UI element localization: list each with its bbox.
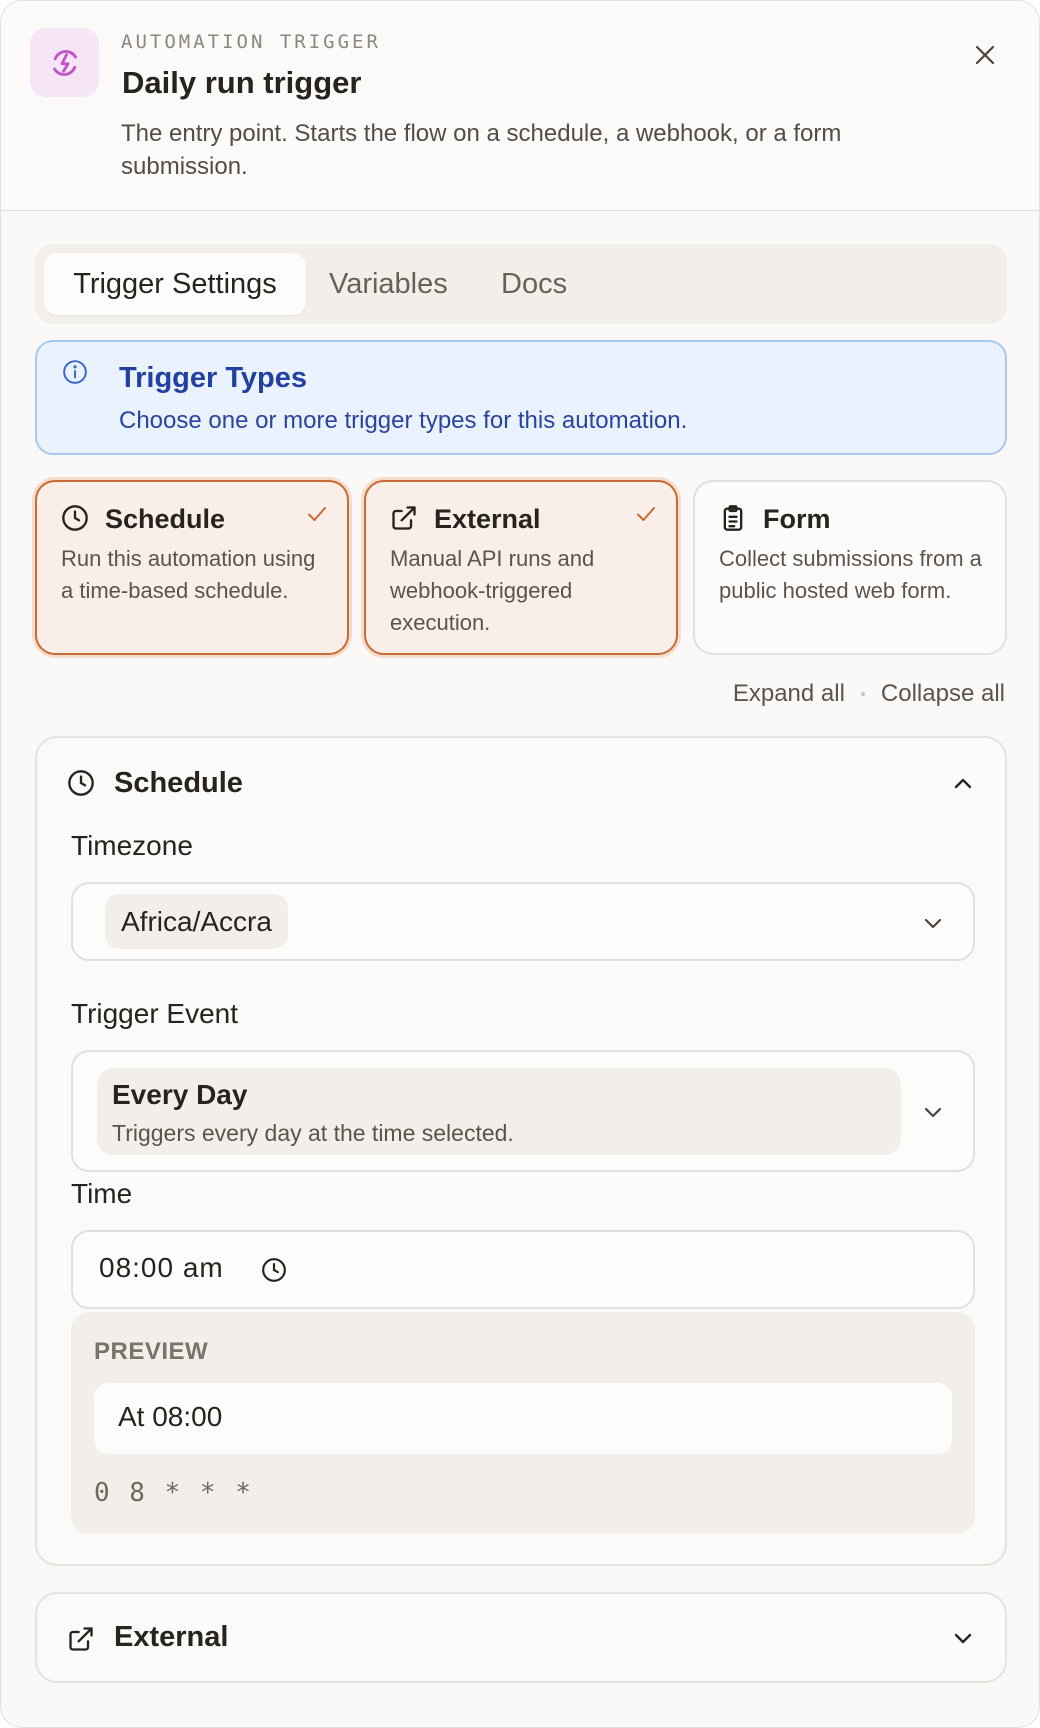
external-section-title: External — [114, 1621, 229, 1653]
cron-expression: 0 8 * * * — [94, 1478, 253, 1508]
preview-text: At 08:00 — [118, 1401, 223, 1432]
preview-label: PREVIEW — [94, 1338, 209, 1365]
chevron-down-icon[interactable] — [951, 1626, 975, 1650]
time-value: 08:00 am — [99, 1252, 224, 1283]
trigger-card-desc: Run this automation using a time-based s… — [61, 546, 316, 603]
info-title: Trigger Types — [119, 362, 308, 394]
collapse-all-button[interactable]: Collapse all — [881, 680, 1005, 708]
chevron-down-icon — [924, 1107, 942, 1118]
tab-trigger-settings[interactable]: Trigger Settings — [44, 253, 306, 315]
timezone-select[interactable]: Africa/Accra — [71, 882, 975, 961]
trigger-event-select[interactable]: Every Day Triggers every day at the time… — [71, 1050, 975, 1172]
external-link-icon — [69, 1627, 93, 1651]
panel-title: Daily run trigger — [122, 65, 362, 100]
trigger-event-chip: Every Day Triggers every day at the time… — [97, 1068, 901, 1155]
clipboard-icon — [723, 505, 743, 531]
panel-subtitle: The entry point. Starts the flow on a sc… — [121, 120, 842, 180]
timezone-value-chip: Africa/Accra — [105, 894, 288, 949]
trigger-event-title: Every Day — [112, 1079, 248, 1110]
trigger-card-title: Schedule — [105, 504, 226, 534]
trigger-panel: AUTOMATION TRIGGER Daily run trigger The… — [0, 0, 1040, 1728]
clock-icon[interactable] — [261, 1257, 287, 1283]
expand-collapse-controls: Expand all Collapse all — [733, 680, 1005, 708]
close-icon — [975, 45, 995, 65]
tab-bar: Trigger Settings Variables Docs — [35, 244, 1007, 324]
trigger-card-desc: Manual API runs and webhook-triggered ex… — [390, 546, 595, 635]
chevron-down-icon — [924, 918, 942, 929]
trigger-card-desc: Collect submissions from a public hosted… — [719, 546, 982, 603]
external-link-icon — [392, 506, 416, 530]
clock-icon — [62, 505, 88, 531]
timezone-label: Timezone — [71, 830, 193, 861]
close-button[interactable] — [969, 39, 1001, 71]
panel-header: AUTOMATION TRIGGER Daily run trigger The… — [1, 1, 1039, 211]
time-label: Time — [71, 1178, 133, 1209]
info-icon — [63, 360, 87, 384]
trigger-card-title: External — [434, 504, 541, 534]
external-section[interactable]: External — [35, 1592, 1007, 1683]
check-icon — [308, 507, 326, 521]
chevron-up-icon[interactable] — [951, 772, 975, 796]
trigger-card-external[interactable]: External Manual API runs and webhook-tri… — [364, 480, 678, 655]
separator-dot — [860, 692, 865, 696]
tab-docs[interactable]: Docs — [501, 253, 567, 315]
preview-box: At 08:00 — [94, 1383, 952, 1454]
time-input[interactable]: 08:00 am — [71, 1230, 975, 1309]
check-icon — [637, 507, 655, 521]
schedule-section-title: Schedule — [114, 767, 243, 799]
trigger-types-info: Trigger Types Choose one or more trigger… — [35, 340, 1007, 455]
schedule-section: Schedule Timezone Africa/Accra Trigger E… — [35, 736, 1007, 1566]
trigger-card-title: Form — [763, 504, 831, 534]
trigger-card-form[interactable]: Form Collect submissions from a public h… — [693, 480, 1007, 655]
trigger-event-label: Trigger Event — [71, 998, 239, 1029]
trigger-event-desc: Triggers every day at the time selected. — [112, 1120, 514, 1146]
trigger-card-schedule[interactable]: Schedule Run this automation using a tim… — [35, 480, 349, 655]
tab-variables[interactable]: Variables — [329, 253, 448, 315]
info-text: Choose one or more trigger types for thi… — [119, 407, 688, 434]
lightning-refresh-icon — [30, 28, 99, 97]
clock-icon — [68, 770, 94, 796]
panel-eyebrow: AUTOMATION TRIGGER — [121, 31, 381, 53]
expand-all-button[interactable]: Expand all — [733, 680, 845, 708]
schedule-preview: PREVIEW At 08:00 0 8 * * * — [71, 1312, 975, 1534]
